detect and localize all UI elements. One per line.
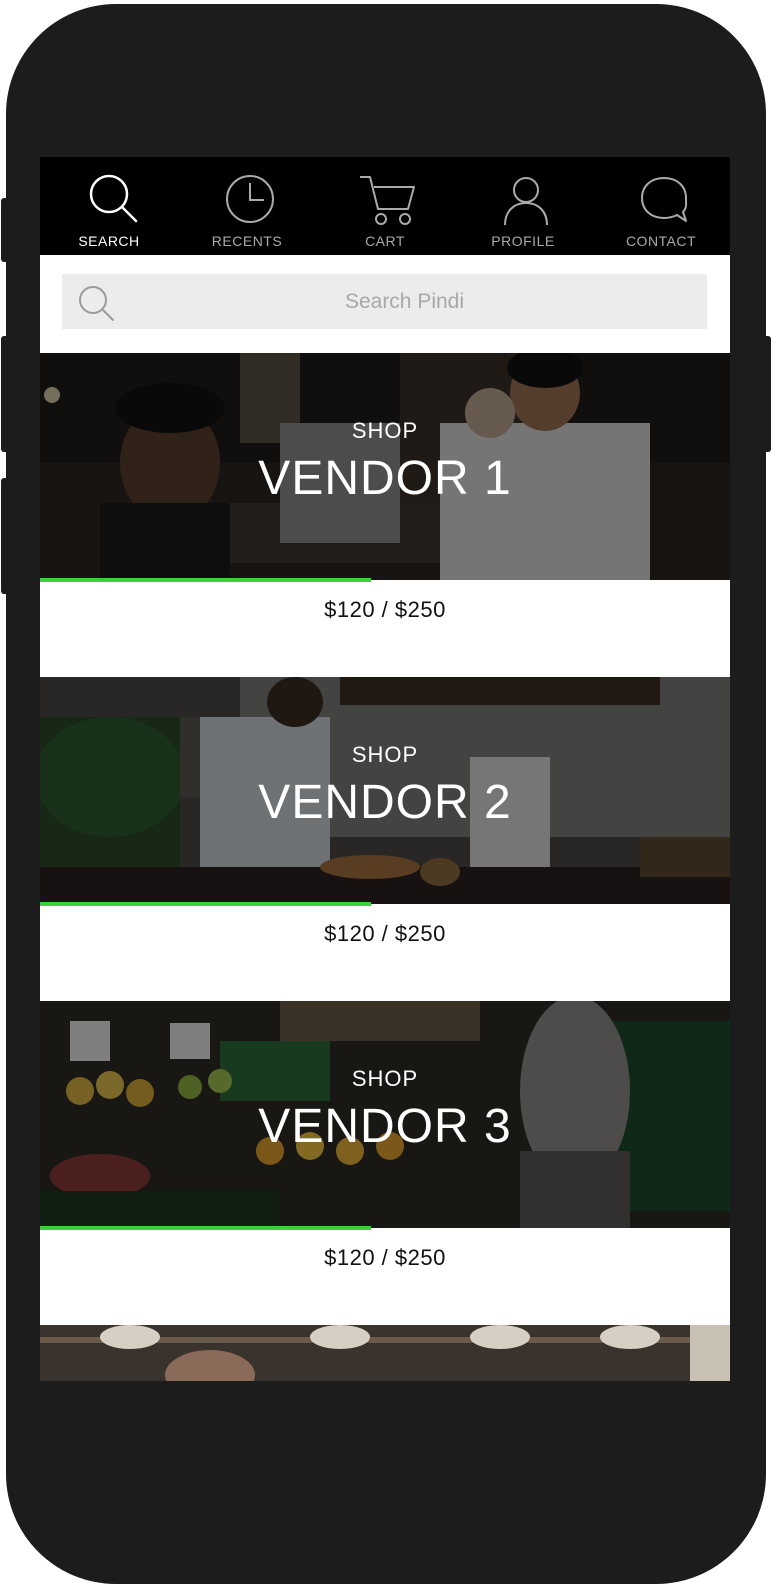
funding-progress-fill	[40, 1226, 372, 1230]
user-icon	[504, 177, 548, 226]
search-icon	[79, 286, 114, 321]
chat-bubble-icon	[641, 177, 688, 222]
vendor-card[interactable]: SHOP VENDOR 3 $120 / $250	[40, 1001, 730, 1325]
phone-volume-up-button	[1, 336, 9, 452]
shop-label: SHOP	[351, 742, 419, 767]
tab-cart[interactable]: CART	[316, 157, 454, 255]
search-bar[interactable]	[62, 274, 707, 329]
search-icon	[89, 174, 138, 223]
app-screen: SEARCH RECENTS CART PROFILE CONTACT Sear…	[40, 157, 730, 1381]
funding-amount: $120 / $250	[324, 597, 446, 622]
phone-volume-down-button	[1, 478, 9, 594]
tab-recents[interactable]: RECENTS	[178, 157, 316, 255]
phone-side-button	[1, 198, 9, 262]
funding-amount: $120 / $250	[324, 1245, 446, 1270]
tab-recents-label: RECENTS	[211, 233, 283, 249]
tab-contact-label: CONTACT	[625, 233, 697, 249]
top-tab-bar: SEARCH RECENTS CART PROFILE CONTACT	[40, 157, 730, 255]
vendor-card[interactable]: SHOP VENDOR 1 $120 / $250	[40, 353, 730, 677]
clock-icon	[226, 175, 274, 223]
vendor-name: VENDOR 3	[258, 1100, 512, 1153]
funding-progress-fill	[40, 578, 372, 582]
vendor-card[interactable]: SHOP VENDOR 2 $120 / $250	[40, 677, 730, 1001]
shop-label: SHOP	[351, 1066, 419, 1091]
funding-progress-bar	[40, 902, 730, 906]
funding-progress-fill	[40, 902, 372, 906]
funding-progress-bar	[40, 1226, 730, 1230]
tab-profile[interactable]: PROFILE	[454, 157, 592, 255]
tab-profile-label: PROFILE	[491, 233, 555, 249]
tab-cart-label: CART	[365, 233, 405, 249]
tab-search[interactable]: SEARCH	[40, 157, 178, 255]
tab-search-label: SEARCH	[78, 233, 140, 249]
vendor-image	[40, 1325, 730, 1381]
funding-progress-bar	[40, 578, 730, 582]
funding-amount: $120 / $250	[324, 921, 446, 946]
tab-contact[interactable]: CONTACT	[592, 157, 730, 255]
search-input[interactable]	[122, 274, 687, 329]
phone-power-button	[763, 336, 771, 452]
search-section	[40, 255, 730, 353]
vendor-name: VENDOR 2	[258, 776, 512, 829]
vendor-card-partial[interactable]	[40, 1325, 730, 1381]
shop-label: SHOP	[351, 418, 419, 443]
vendor-name: VENDOR 1	[258, 452, 512, 505]
cart-icon	[360, 176, 415, 225]
